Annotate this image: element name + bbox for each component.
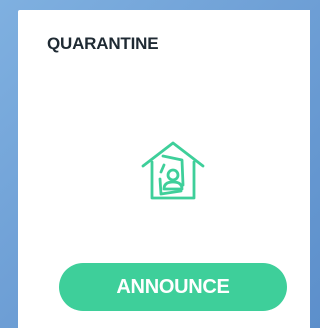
quarantine-card: QUARANTINE ANNOUNCE	[18, 10, 310, 328]
home-quarantine-icon	[137, 134, 209, 206]
announce-button[interactable]: ANNOUNCE	[59, 263, 287, 311]
card-title: QUARANTINE	[47, 34, 159, 53]
